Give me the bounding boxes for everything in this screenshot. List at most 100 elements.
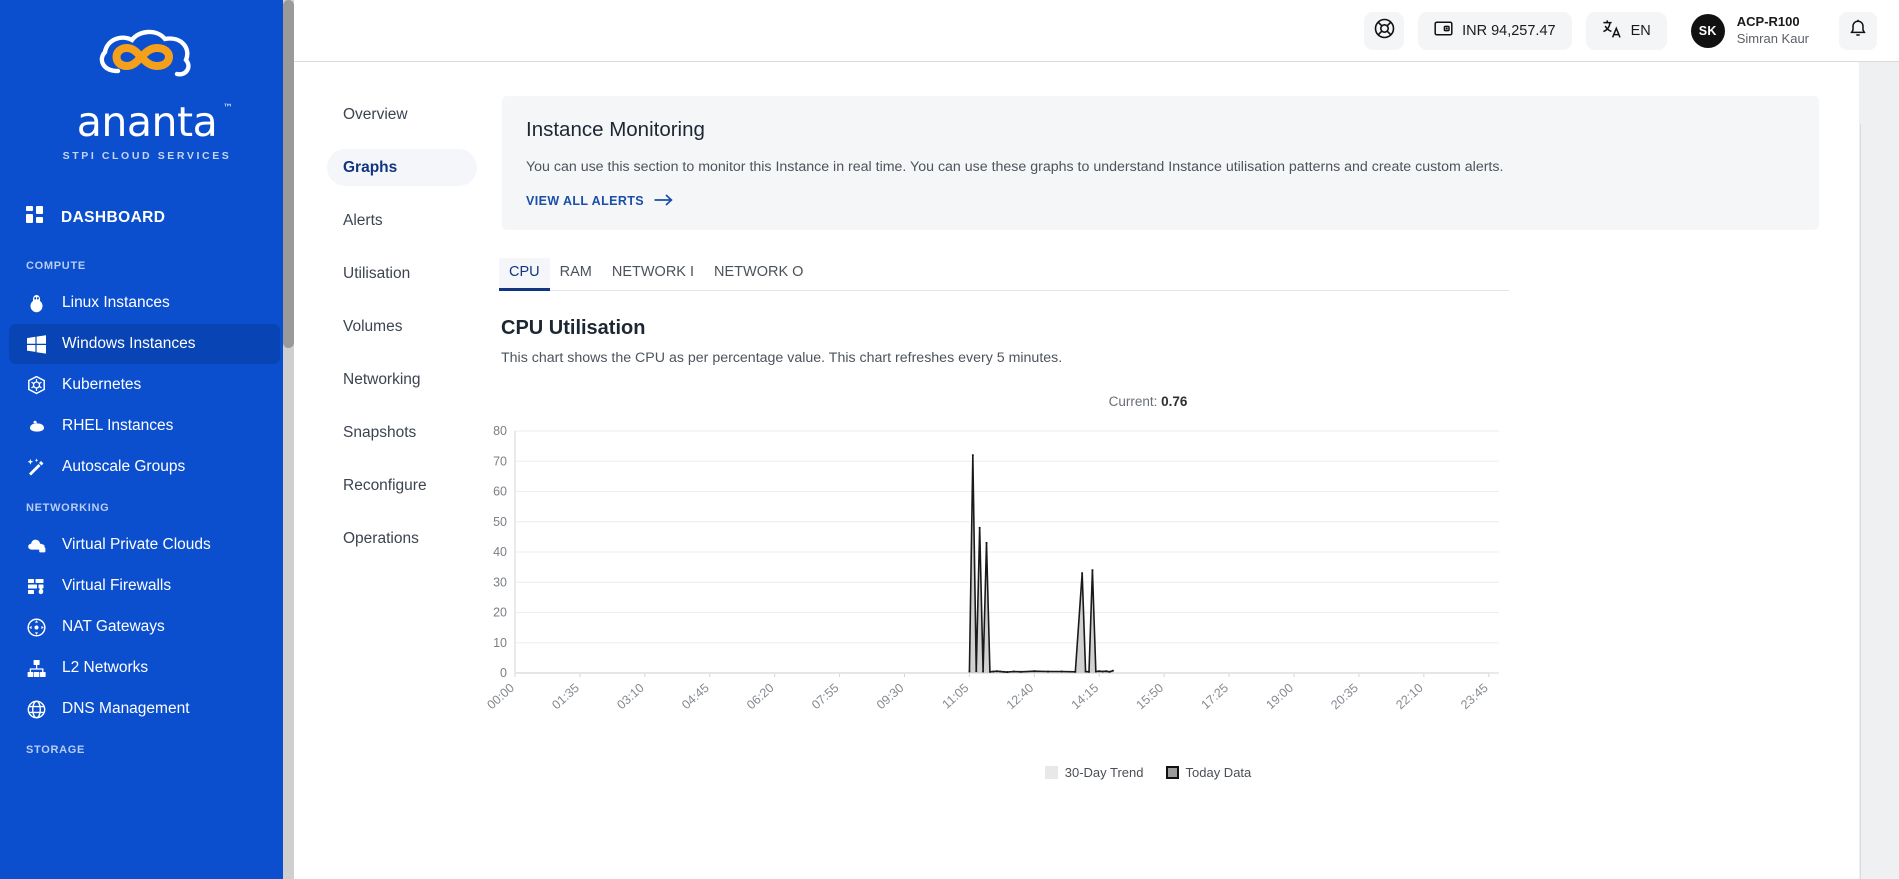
subnav-item-reconfigure[interactable]: Reconfigure: [327, 467, 477, 504]
linux-penguin-icon: [26, 293, 47, 314]
subnav-label: Volumes: [343, 317, 403, 335]
sidebar-item-nat-gateways[interactable]: NAT Gateways: [9, 607, 280, 647]
legend-item-trend[interactable]: 30-Day Trend: [1044, 765, 1144, 780]
subnav-label: Graphs: [343, 158, 398, 176]
sidebar-item-l2-networks[interactable]: L2 Networks: [9, 648, 280, 688]
right-gutter: [1860, 124, 1899, 879]
subnav-label: Reconfigure: [343, 476, 427, 494]
subnav-item-alerts[interactable]: Alerts: [327, 202, 477, 239]
avatar: SK: [1690, 13, 1725, 48]
svg-text:20:35: 20:35: [1328, 681, 1361, 712]
svg-text:06:20: 06:20: [744, 681, 777, 712]
notifications-button[interactable]: [1839, 11, 1877, 50]
current-label: Current:: [1108, 394, 1158, 409]
support-button[interactable]: [1364, 11, 1405, 50]
svg-text:20: 20: [493, 606, 507, 620]
sidebar-item-label: Kubernetes: [62, 376, 142, 393]
banner-description: You can use this section to monitor this…: [526, 159, 1504, 175]
subnav-item-operations[interactable]: Operations: [327, 520, 477, 557]
subnav-item-overview[interactable]: Overview: [327, 96, 477, 133]
chart-description: This chart shows the CPU as per percenta…: [501, 350, 1063, 366]
sidebar-scroll-content: ananta ™ STPI CLOUD SERVICES DASHBOARD CO…: [0, 0, 294, 776]
subnav-item-utilisation[interactable]: Utilisation: [327, 255, 477, 292]
language-selector-button[interactable]: EN: [1585, 11, 1667, 50]
subnav-label: Overview: [343, 105, 408, 123]
bell-icon: [1848, 18, 1868, 43]
user-text-block: ACP-R100 Simran Kaur: [1737, 14, 1809, 47]
svg-text:30: 30: [493, 575, 507, 589]
banner-title: Instance Monitoring: [526, 118, 705, 141]
sidebar-item-label: NAT Gateways: [62, 618, 165, 635]
svg-text:01:35: 01:35: [549, 681, 582, 712]
subnav-item-networking[interactable]: Networking: [327, 361, 477, 398]
tab-ram[interactable]: RAM: [550, 258, 602, 290]
sidebar-item-autoscale-groups[interactable]: Autoscale Groups: [9, 447, 280, 487]
sidebar-item-kubernetes[interactable]: Kubernetes: [9, 365, 280, 405]
brand-wordmark: ananta ™: [77, 102, 233, 143]
sidebar-item-rhel-instances[interactable]: RHEL Instances: [9, 406, 280, 446]
tab-cpu[interactable]: CPU: [499, 258, 550, 291]
sidebar-item-dashboard[interactable]: DASHBOARD: [0, 196, 294, 240]
user-profile-menu[interactable]: SK ACP-R100 Simran Kaur: [1690, 13, 1809, 48]
subnav-item-graphs[interactable]: Graphs: [327, 149, 477, 186]
sidebar-item-label: Windows Instances: [62, 335, 196, 352]
svg-text:17:25: 17:25: [1198, 681, 1231, 712]
sidebar-item-dns-management[interactable]: DNS Management: [9, 689, 280, 729]
panel-inner: Overview Graphs Alerts Utilisation Volum…: [294, 62, 1859, 780]
subnav-label: Operations: [343, 529, 419, 547]
arrow-right-icon: [654, 193, 673, 209]
sidebar-item-linux-instances[interactable]: Linux Instances: [9, 283, 280, 323]
subnav-item-volumes[interactable]: Volumes: [327, 308, 477, 345]
tab-network-in[interactable]: NETWORK I: [602, 258, 704, 290]
sidebar-item-virtual-firewalls[interactable]: Virtual Firewalls: [9, 566, 280, 606]
sidebar-scrollbar[interactable]: [283, 0, 294, 879]
firewall-icon: [26, 576, 47, 597]
legend-item-today[interactable]: Today Data: [1165, 765, 1252, 780]
top-header-bar: INR 94,257.47 EN SK ACP-R100 Simran Kaur: [294, 0, 1899, 62]
subnav-label: Utilisation: [343, 264, 411, 282]
instance-subnav: Overview Graphs Alerts Utilisation Volum…: [294, 96, 477, 780]
svg-text:40: 40: [493, 545, 507, 559]
svg-text:07:55: 07:55: [809, 681, 842, 712]
cpu-utilisation-chart[interactable]: 0 10 20 30 40 50 60 70 80 00:00 01:35 03:10 04:45 06:…: [477, 423, 1819, 763]
user-account-id: ACP-R100: [1736, 14, 1800, 30]
svg-text:10: 10: [493, 636, 507, 650]
svg-text:22:10: 22:10: [1393, 681, 1426, 712]
magic-wand-icon: [26, 457, 47, 478]
svg-text:60: 60: [493, 485, 507, 499]
svg-text:50: 50: [493, 515, 507, 529]
app-root: ananta ™ STPI CLOUD SERVICES DASHBOARD CO…: [0, 0, 1899, 879]
brand-logo[interactable]: ananta ™ STPI CLOUD SERVICES: [0, 0, 294, 196]
chart-svg: 0 10 20 30 40 50 60 70 80 00:00 01:35 03:10 04:45 06:…: [484, 424, 1499, 712]
sidebar-item-label: Virtual Private Clouds: [62, 536, 211, 553]
sidebar-item-label: RHEL Instances: [62, 417, 174, 434]
svg-text:15:50: 15:50: [1134, 681, 1167, 712]
cloud-lock-icon: [26, 535, 47, 556]
trademark-mark: ™: [222, 103, 233, 114]
sidebar-item-label: L2 Networks: [62, 659, 149, 676]
sidebar-section-storage: STORAGE: [26, 744, 86, 756]
sidebar-item-windows-instances[interactable]: Windows Instances: [9, 324, 280, 364]
grid-dashboard-icon: [26, 206, 45, 230]
brand-tagline: STPI CLOUD SERVICES: [62, 150, 232, 162]
view-all-alerts-link[interactable]: VIEW ALL ALERTS: [526, 193, 673, 209]
tab-network-out[interactable]: NETWORK O: [704, 258, 813, 290]
sidebar-scrollbar-thumb[interactable]: [283, 0, 294, 348]
sidebar-item-label: DNS Management: [62, 700, 190, 717]
subnav-item-snapshots[interactable]: Snapshots: [327, 414, 477, 451]
legend-label: Today Data: [1185, 765, 1252, 780]
chart-legend: 30-Day Trend Today Data: [477, 765, 1819, 780]
sidebar-item-virtual-private-clouds[interactable]: Virtual Private Clouds: [9, 525, 280, 565]
tab-label: CPU: [509, 264, 540, 280]
network-tree-icon: [26, 658, 47, 679]
brand-name: ananta: [76, 98, 218, 146]
sidebar-section-compute: COMPUTE: [26, 260, 86, 272]
legend-swatch-trend: [1044, 766, 1058, 779]
wallet-balance-button[interactable]: INR 94,257.47: [1418, 11, 1572, 50]
tab-label: RAM: [559, 264, 592, 280]
redhat-icon: [26, 416, 47, 437]
windows-icon: [26, 334, 47, 355]
legend-label: 30-Day Trend: [1064, 765, 1144, 780]
svg-text:14:15: 14:15: [1069, 681, 1102, 712]
sidebar-item-label: Autoscale Groups: [62, 458, 186, 475]
